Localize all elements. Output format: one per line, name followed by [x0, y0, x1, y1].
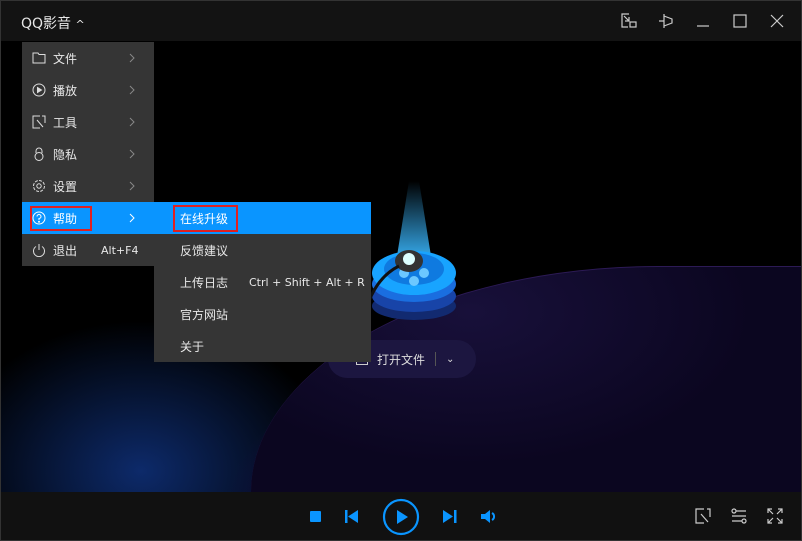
submenu-item-about[interactable]: 关于 [154, 330, 371, 362]
menu-item-label: 文件 [53, 51, 78, 66]
submenu-item-label: 关于 [180, 339, 205, 354]
submenu-item-label: 反馈建议 [180, 243, 229, 258]
gear-icon [33, 180, 45, 192]
control-bar [1, 492, 801, 540]
menu-item-exit[interactable]: 退出 Alt+F4 [22, 234, 154, 266]
menu-item-play[interactable]: 播放 [22, 74, 154, 106]
play-circle-icon [32, 83, 46, 97]
submenu-item-feedback[interactable]: 反馈建议 [154, 234, 371, 266]
chevron-right-icon [129, 181, 135, 191]
shortcut-label: Alt+F4 [101, 243, 139, 257]
power-icon [33, 244, 45, 257]
menu-item-label: 工具 [53, 115, 78, 130]
tools-icon [32, 115, 46, 129]
tools-icon[interactable] [695, 508, 711, 524]
menu-item-label: 退出 [53, 243, 78, 258]
open-file-label: 打开文件 [377, 352, 426, 367]
app-window: QQ影音 ^ 打开文件 ⌄ 文件 播放 工具 隐私 设置 帮助 退出 Alt+F… [0, 0, 802, 541]
title-bar: QQ影音 ^ [1, 1, 801, 41]
shortcut-label: Ctrl + Shift + Alt + R [249, 275, 365, 289]
play-button[interactable] [382, 498, 420, 536]
stop-icon[interactable] [310, 511, 321, 522]
menu-item-label: 设置 [53, 179, 78, 194]
fullscreen-icon[interactable] [767, 508, 783, 524]
submenu-item-label: 官方网站 [180, 307, 229, 322]
menu-item-label: 隐私 [53, 147, 78, 162]
chevron-right-icon [129, 149, 135, 159]
lock-icon [34, 147, 44, 161]
menu-item-settings[interactable]: 设置 [22, 170, 154, 202]
pin-icon[interactable] [656, 11, 676, 31]
previous-icon[interactable] [345, 510, 359, 523]
mini-mode-icon[interactable] [619, 11, 639, 31]
chevron-right-icon [129, 85, 135, 95]
maximize-icon[interactable] [730, 11, 750, 31]
next-icon[interactable] [443, 510, 457, 523]
submenu-item-upload-log[interactable]: 上传日志 Ctrl + Shift + Alt + R [154, 266, 371, 298]
app-title: QQ影音 [21, 16, 72, 32]
menu-item-label: 播放 [53, 83, 78, 98]
highlight-box-help [30, 206, 92, 231]
menu-item-tools[interactable]: 工具 [22, 106, 154, 138]
submenu-item-label: 上传日志 [180, 275, 229, 290]
volume-icon[interactable] [481, 510, 497, 523]
highlight-box-upgrade [173, 205, 238, 232]
menu-item-file[interactable]: 文件 [22, 42, 154, 74]
folder-icon [32, 52, 46, 64]
minimize-icon[interactable] [693, 11, 713, 31]
settings-sliders-icon[interactable] [731, 508, 747, 524]
qq-player-logo [369, 181, 456, 320]
app-menu-button[interactable]: QQ影音 ^ [21, 13, 85, 33]
chevron-right-icon [129, 213, 135, 223]
chevron-up-icon: ^ [75, 18, 85, 31]
chevron-right-icon [129, 117, 135, 127]
chevron-down-icon[interactable]: ⌄ [446, 354, 454, 365]
divider [435, 352, 437, 366]
menu-item-privacy[interactable]: 隐私 [22, 138, 154, 170]
chevron-right-icon [129, 53, 135, 63]
close-icon[interactable] [767, 11, 787, 31]
submenu-item-official-site[interactable]: 官方网站 [154, 298, 371, 330]
